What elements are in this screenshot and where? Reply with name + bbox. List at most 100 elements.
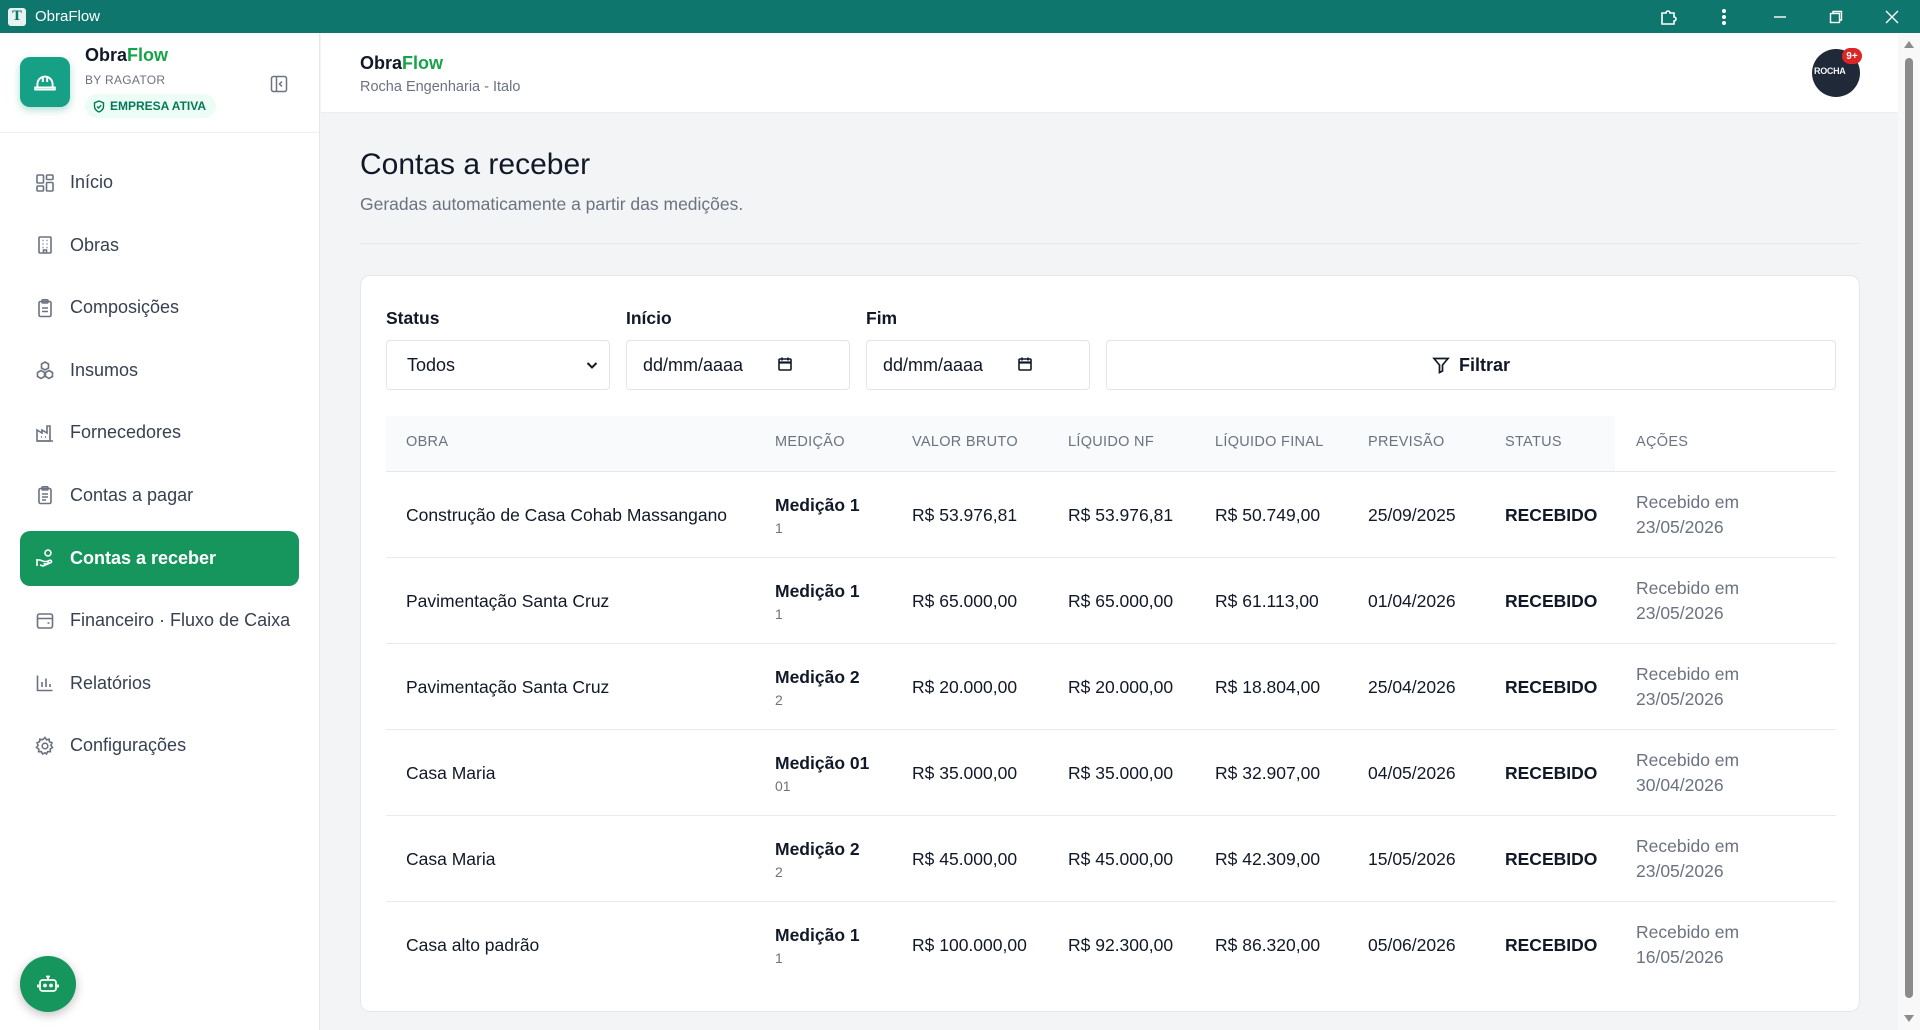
sidebar-item-financeiro[interactable]: Financeiro · Fluxo de Caixa [20, 593, 299, 648]
puzzle-icon [1661, 9, 1677, 25]
table-row: Casa alto padrão Medição 1 1 R$ 100.000,… [386, 902, 1836, 988]
sidebar-item-label: Composições [70, 297, 180, 318]
cell-medicao: Medição 1 [775, 581, 860, 601]
restore-button[interactable] [1808, 0, 1864, 33]
cell-liquido-nf: R$ 20.000,00 [1068, 677, 1174, 697]
app-logo-icon: T [8, 7, 26, 26]
sidebar-item-label: Início [70, 172, 114, 192]
start-date-input[interactable]: dd/mm/aaaa [626, 340, 850, 390]
wallet-icon [36, 612, 54, 629]
cell-liquido-final: R$ 86.320,00 [1215, 935, 1321, 955]
sidebar-item-contas-a-pagar[interactable]: Contas a pagar [20, 468, 299, 523]
cell-obra: Pavimentação Santa Cruz [406, 591, 610, 611]
cell-medicao: Medição 01 [775, 753, 870, 773]
sidebar-item-label: Fornecedores [70, 422, 182, 443]
cell-liquido-nf: R$ 53.976,81 [1068, 505, 1174, 525]
sidebar-item-inicio[interactable]: Início [20, 155, 299, 210]
start-date-label: Início [626, 308, 672, 328]
notification-badge: 9+ [1842, 48, 1862, 64]
cell-obra: Pavimentação Santa Cruz [406, 677, 610, 697]
more-options-button[interactable] [1696, 0, 1752, 33]
sidebar-item-label: Contas a receber [70, 547, 217, 568]
avatar-text: ROCHA [1814, 66, 1846, 76]
calendar-icon[interactable] [1017, 356, 1033, 372]
sidebar-item-configuracoes[interactable]: Configurações [20, 718, 299, 773]
sidebar-item-label: Relatórios [70, 672, 152, 693]
sidebar-item-fornecedores[interactable]: Fornecedores [20, 405, 299, 460]
receivables-card: Status Todos Início dd/mm/aaaa Fim dd/mm… [360, 275, 1860, 1012]
status-select-value: Todos [407, 354, 456, 375]
cell-valor-bruto: R$ 65.000,00 [912, 591, 1018, 611]
bar-chart-icon [36, 675, 53, 692]
sidebar-item-composicoes[interactable]: Composições [20, 280, 299, 335]
cell-liquido-nf: R$ 92.300,00 [1068, 935, 1174, 955]
sidebar-item-contas-a-receber[interactable]: Contas a receber [20, 530, 299, 586]
status-select[interactable]: Todos [386, 340, 610, 390]
col-status: STATUS [1505, 434, 1562, 450]
cell-medicao-num: 1 [775, 606, 783, 622]
scroll-thumb[interactable] [1905, 58, 1913, 998]
avatar[interactable]: ROCHA 9+ [1812, 48, 1862, 97]
cell-liquido-nf: R$ 45.000,00 [1068, 849, 1174, 869]
cell-acoes: Recebido em 23/05/2026 [1636, 492, 1740, 537]
cell-status: RECEBIDO [1505, 849, 1598, 869]
brand-by: BY RAGATOR [85, 73, 166, 87]
cell-status: RECEBIDO [1505, 935, 1598, 955]
col-obra: OBRA [406, 434, 449, 450]
extensions-button[interactable] [1640, 0, 1696, 33]
gear-icon [35, 736, 54, 756]
vertical-scrollbar[interactable] [1898, 33, 1920, 1030]
table-body: Construção de Casa Cohab Massangano Medi… [386, 472, 1836, 988]
brand-name: ObraFlow [85, 45, 169, 65]
cell-liquido-final: R$ 18.804,00 [1215, 677, 1321, 697]
minimize-icon [1774, 15, 1786, 18]
sidebar-nav: Início Obras Composições Insumos Fornece… [20, 155, 299, 781]
col-previsao: PREVISÃO [1368, 434, 1445, 450]
col-liquido-nf: LÍQUIDO NF [1068, 434, 1154, 450]
cell-valor-bruto: R$ 45.000,00 [912, 849, 1018, 869]
grid-icon [36, 173, 54, 192]
col-valor-bruto: VALOR BRUTO [912, 434, 1018, 450]
cell-medicao: Medição 2 [775, 667, 860, 687]
sidebar-item-label: Configurações [70, 735, 187, 756]
minimize-button[interactable] [1752, 0, 1808, 33]
shield-check-icon [93, 99, 105, 113]
cell-valor-bruto: R$ 35.000,00 [912, 763, 1018, 783]
collapse-sidebar-button[interactable] [268, 73, 290, 95]
cell-acoes: Recebido em 30/04/2026 [1636, 750, 1740, 795]
assistant-bot-button[interactable] [20, 956, 76, 1012]
clipboard-icon [38, 298, 52, 317]
cell-medicao-num: 1 [775, 950, 783, 966]
filter-button[interactable]: Filtrar [1106, 340, 1836, 390]
brand-block: ObraFlow BY RAGATOR EMPRESA ATIVA [0, 33, 319, 133]
cell-previsao: 25/09/2025 [1368, 505, 1456, 525]
cell-valor-bruto: R$ 20.000,00 [912, 677, 1018, 697]
factory-icon [36, 425, 53, 442]
table-row: Pavimentação Santa Cruz Medição 2 2 R$ 2… [386, 644, 1836, 730]
cell-liquido-final: R$ 42.309,00 [1215, 849, 1321, 869]
table-header: OBRA MEDIÇÃO VALOR BRUTO LÍQUIDO NF LÍQU… [386, 416, 1836, 472]
sidebar-item-insumos[interactable]: Insumos [20, 343, 299, 398]
sidebar-item-relatorios[interactable]: Relatórios [20, 656, 299, 711]
close-icon [1885, 10, 1899, 23]
header-app-name: ObraFlow [360, 53, 444, 73]
calendar-icon[interactable] [777, 356, 793, 372]
cell-medicao: Medição 2 [775, 839, 860, 859]
clipboard-list-icon [38, 486, 52, 505]
scroll-up-icon[interactable] [1904, 41, 1914, 48]
sidebar-item-obras[interactable]: Obras [20, 218, 299, 273]
cell-acoes: Recebido em 23/05/2026 [1636, 578, 1740, 623]
scroll-down-icon[interactable] [1904, 1015, 1914, 1022]
end-date-placeholder: dd/mm/aaaa [883, 354, 984, 375]
end-date-input[interactable]: dd/mm/aaaa [866, 340, 1090, 390]
hard-hat-icon [20, 57, 70, 107]
close-button[interactable] [1864, 0, 1920, 33]
cell-medicao-num: 01 [775, 778, 791, 794]
building-icon [38, 236, 52, 254]
chevron-down-icon [586, 362, 598, 369]
cell-acoes: Recebido em 23/05/2026 [1636, 836, 1740, 881]
sidebar-collapse-icon [270, 75, 288, 93]
start-date-placeholder: dd/mm/aaaa [643, 354, 744, 375]
cell-valor-bruto: R$ 53.976,81 [912, 505, 1018, 525]
kebab-menu-icon [1721, 8, 1726, 25]
